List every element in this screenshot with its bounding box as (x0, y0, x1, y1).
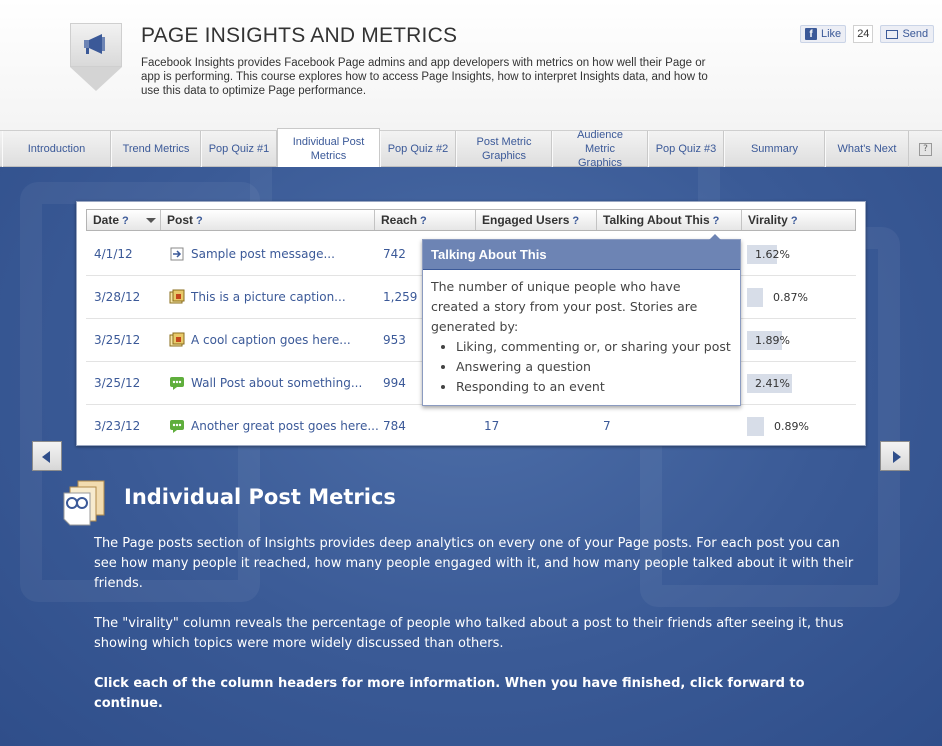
like-label: Like (821, 28, 842, 40)
virality-cell: 0.89% (747, 417, 809, 436)
send-button[interactable]: Send (880, 25, 935, 43)
column-info-tooltip: Talking About This The number of unique … (422, 234, 741, 406)
tab-pop-quiz-2[interactable]: Pop Quiz #2 (380, 131, 456, 167)
column-header-engaged-users[interactable]: Engaged Users? (476, 210, 597, 230)
column-header-date[interactable]: Date? (87, 210, 161, 230)
megaphone-icon (84, 34, 105, 54)
tab-audience-metric-graphics[interactable]: Audience Metric Graphics (552, 129, 648, 169)
post-reach: 742 (383, 247, 406, 261)
tab-individual-post-metrics[interactable]: Individual Post Metrics (277, 128, 380, 168)
virality-value: 0.89% (774, 420, 809, 433)
tab-pop-quiz-3[interactable]: Pop Quiz #3 (648, 131, 724, 167)
virality-value: 0.87% (773, 291, 808, 304)
section-title: Individual Post Metrics (124, 485, 396, 509)
virality-value: 2.41% (755, 377, 790, 390)
metrics-document-icon (63, 480, 105, 526)
lesson-area: Date? Post? Reach? Engaged Users? Talkin… (0, 167, 942, 746)
post-date: 4/1/12 (94, 247, 133, 261)
tab-pop-quiz-1[interactable]: Pop Quiz #1 (201, 131, 277, 167)
status-icon (170, 419, 184, 433)
like-button[interactable]: f Like (800, 25, 847, 43)
facebook-icon: f (805, 28, 817, 40)
virality-cell: 0.87% (747, 288, 808, 307)
tooltip-list-item: Responding to an event (456, 377, 732, 397)
photo-icon (169, 332, 185, 346)
tab-post-metric-graphics[interactable]: Post Metric Graphics (456, 131, 552, 167)
tooltip-list-item: Liking, commenting or, or sharing your p… (456, 337, 732, 357)
column-header-virality[interactable]: Virality? (742, 210, 855, 230)
help-icon[interactable]: ? (919, 143, 932, 156)
page-title: PAGE INSIGHTS AND METRICS (141, 24, 458, 47)
post-metrics-table: Date? Post? Reach? Engaged Users? Talkin… (76, 201, 866, 446)
envelope-icon (886, 29, 899, 39)
arrow-left-icon (42, 451, 50, 463)
tooltip-list-item: Answering a question (456, 357, 732, 377)
status-icon (170, 376, 184, 390)
link-icon (170, 247, 184, 260)
section-instruction: Click each of the column headers for mor… (94, 676, 805, 711)
tab-summary[interactable]: Summary (724, 131, 825, 167)
table-header: Date? Post? Reach? Engaged Users? Talkin… (86, 209, 856, 231)
arrow-right-icon (893, 451, 901, 463)
like-count: 24 (853, 25, 874, 43)
virality-cell: 2.41% (747, 374, 792, 393)
post-date: 3/28/12 (94, 290, 141, 304)
social-buttons: f Like 24 Send (800, 25, 935, 43)
sort-arrow-icon (146, 218, 156, 223)
course-tabs: Introduction Trend Metrics Pop Quiz #1 I… (0, 128, 942, 169)
virality-cell: 1.89% (747, 331, 790, 350)
previous-button[interactable] (32, 441, 62, 471)
post-title[interactable]: A cool caption goes here... (169, 319, 351, 362)
virality-value: 1.62% (755, 248, 790, 261)
course-description: Facebook Insights provides Facebook Page… (141, 57, 708, 97)
post-date: 3/25/12 (94, 333, 141, 347)
tab-introduction[interactable]: Introduction (2, 131, 111, 167)
virality-value: 1.89% (755, 334, 790, 347)
column-header-post[interactable]: Post? (161, 210, 375, 230)
post-talking-about: 7 (603, 419, 611, 433)
tooltip-pointer (709, 234, 721, 240)
column-header-talking-about-this[interactable]: Talking About This? (597, 210, 742, 230)
post-title[interactable]: This is a picture caption... (169, 276, 346, 319)
virality-bar (747, 417, 764, 436)
virality-bar (747, 288, 763, 307)
post-date: 3/23/12 (94, 419, 141, 433)
post-reach: 1,259 (383, 290, 418, 304)
post-title[interactable]: Another great post goes here... (169, 405, 379, 448)
section-paragraph: The "virality" column reveals the percen… (94, 616, 844, 651)
section-paragraph: The Page posts section of Insights provi… (94, 536, 854, 591)
tooltip-intro: The number of unique people who have cre… (431, 279, 698, 334)
post-reach: 953 (383, 333, 406, 347)
post-title[interactable]: Sample post message... (169, 233, 335, 276)
column-header-reach[interactable]: Reach? (375, 210, 476, 230)
photo-icon (169, 289, 185, 303)
course-header: PAGE INSIGHTS AND METRICS Facebook Insig… (0, 0, 942, 130)
table-row[interactable]: 3/23/12 Another great post goes here... … (86, 405, 856, 448)
post-reach: 994 (383, 376, 406, 390)
post-reach: 784 (383, 419, 406, 433)
post-engaged-users: 17 (484, 419, 500, 433)
course-logo (70, 23, 122, 95)
tooltip-title: Talking About This (423, 240, 740, 270)
post-title[interactable]: Wall Post about something... (169, 362, 362, 405)
send-label: Send (902, 28, 929, 40)
virality-cell: 1.62% (747, 245, 790, 264)
tab-whats-next[interactable]: What's Next (825, 131, 909, 167)
next-button[interactable] (880, 441, 910, 471)
post-date: 3/25/12 (94, 376, 141, 390)
tooltip-list: Liking, commenting or, or sharing your p… (456, 337, 732, 397)
tab-trend-metrics[interactable]: Trend Metrics (111, 131, 201, 167)
tooltip-body: The number of unique people who have cre… (423, 270, 740, 397)
